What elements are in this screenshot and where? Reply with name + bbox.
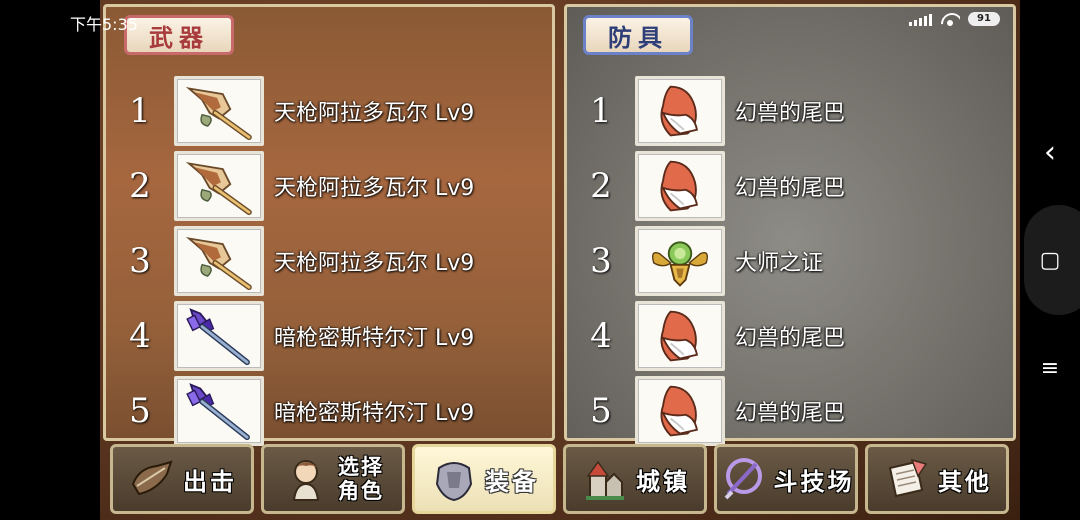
sortie-label: 出击 (183, 467, 237, 496)
armor-name: 幻兽的尾巴 (735, 100, 846, 126)
home-button[interactable]: ▢ (1028, 238, 1072, 282)
equip-label: 装备 (485, 467, 539, 496)
master-emblem-icon (642, 231, 718, 291)
weapon-slot-2[interactable]: 2 天枪阿拉多瓦尔 Lv9 (106, 148, 552, 223)
town-button[interactable]: 城镇 (563, 444, 707, 514)
weapon-name: 天枪阿拉多瓦尔 Lv9 (274, 100, 475, 126)
arena-icon (718, 454, 768, 504)
weapon-slot-5[interactable]: 5 暗枪密斯特尔汀 Lv9 (106, 373, 552, 448)
slot-number: 3 (129, 240, 151, 281)
weapon-item-box[interactable] (174, 375, 264, 446)
armor-item-box[interactable] (635, 300, 725, 371)
weapon-item-box[interactable] (174, 75, 264, 146)
golden-spear-icon (181, 156, 257, 216)
beast-tail-icon (642, 306, 718, 366)
dark-spear-icon (181, 381, 257, 441)
home-icon: ▢ (1039, 247, 1061, 273)
status-time: 下午5:35 (70, 15, 138, 34)
select-character-button[interactable]: 选择 角色 (261, 444, 405, 514)
weapon-item-box[interactable] (174, 225, 264, 296)
armor-slot-5[interactable]: 5 幻兽的尾巴 (567, 373, 1013, 448)
slot-number: 5 (129, 390, 151, 431)
arena-label: 斗技场 (773, 467, 855, 496)
weapon-slot-1[interactable]: 1 天枪阿拉多瓦尔 Lv9 (106, 73, 552, 148)
status-bar: 下午5:35 91 (0, 0, 1080, 40)
wifi-icon (940, 12, 960, 26)
slot-number: 4 (129, 315, 151, 356)
dark-spear-icon (181, 306, 257, 366)
armor-slot-2[interactable]: 2 幻兽的尾巴 (567, 148, 1013, 223)
armor-item-box[interactable] (635, 225, 725, 296)
armor-slot-3[interactable]: 3 大师之证 (567, 223, 1013, 298)
armor-panel: 防具 1 幻兽的尾巴 2 幻兽的尾巴 3 大师之证 4 幻兽的尾巴 5 幻兽的尾… (564, 4, 1016, 446)
weapon-name: 天枪阿拉多瓦尔 Lv9 (274, 175, 475, 201)
golden-spear-icon (181, 231, 257, 291)
weapon-item-box[interactable] (174, 300, 264, 371)
weapon-slot-3[interactable]: 3 天枪阿拉多瓦尔 Lv9 (106, 223, 552, 298)
beast-tail-icon (642, 81, 718, 141)
armor-name: 幻兽的尾巴 (735, 325, 846, 351)
slot-number: 2 (590, 165, 612, 206)
weapon-item-box[interactable] (174, 150, 264, 221)
armor-name: 大师之证 (735, 250, 824, 276)
arena-button[interactable]: 斗技场 (714, 444, 858, 514)
select-character-label: 选择 角色 (338, 455, 384, 503)
menu-button[interactable]: ≡ (1028, 346, 1072, 390)
game-screen: 武器 1 天枪阿拉多瓦尔 Lv9 2 天枪阿拉多瓦尔 Lv9 3 天枪阿拉多瓦尔… (100, 0, 1020, 520)
town-icon (580, 454, 630, 504)
signal-icon (909, 13, 932, 26)
slot-number: 4 (590, 315, 612, 356)
armor-item-box[interactable] (635, 150, 725, 221)
other-button[interactable]: 其他 (865, 444, 1009, 514)
golden-spear-icon (181, 81, 257, 141)
status-icons: 91 (909, 12, 1000, 26)
weapons-panel: 武器 1 天枪阿拉多瓦尔 Lv9 2 天枪阿拉多瓦尔 Lv9 3 天枪阿拉多瓦尔… (103, 4, 555, 446)
beast-tail-icon (642, 156, 718, 216)
select-line2: 角色 (338, 479, 384, 503)
weapon-name: 暗枪密斯特尔汀 Lv9 (274, 325, 475, 351)
character-icon (282, 454, 332, 504)
armor-item-box[interactable] (635, 75, 725, 146)
system-nav-bar: ‹ ▢ ≡ (1020, 0, 1080, 520)
armor-icon (429, 454, 479, 504)
menu-icon: ≡ (1040, 355, 1060, 381)
sortie-icon (127, 454, 177, 504)
slot-number: 5 (590, 390, 612, 431)
armor-name: 幻兽的尾巴 (735, 400, 846, 426)
equip-button[interactable]: 装备 (412, 444, 556, 514)
sortie-button[interactable]: 出击 (110, 444, 254, 514)
armor-item-box[interactable] (635, 375, 725, 446)
back-icon: ‹ (1044, 134, 1056, 170)
weapon-name: 天枪阿拉多瓦尔 Lv9 (274, 250, 475, 276)
town-label: 城镇 (636, 467, 690, 496)
other-label: 其他 (938, 467, 992, 496)
slot-number: 1 (129, 90, 151, 131)
select-line1: 选择 (338, 455, 384, 479)
bottom-menu: 出击 选择 角色 装备 城镇 斗技场 其他 (100, 444, 1020, 520)
armor-list: 1 幻兽的尾巴 2 幻兽的尾巴 3 大师之证 4 幻兽的尾巴 5 幻兽的尾巴 (567, 73, 1013, 448)
back-button[interactable]: ‹ (1028, 130, 1072, 174)
slot-number: 1 (590, 90, 612, 131)
armor-name: 幻兽的尾巴 (735, 175, 846, 201)
weapon-name: 暗枪密斯特尔汀 Lv9 (274, 400, 475, 426)
weapon-slot-4[interactable]: 4 暗枪密斯特尔汀 Lv9 (106, 298, 552, 373)
slot-number: 3 (590, 240, 612, 281)
beast-tail-icon (642, 381, 718, 441)
armor-slot-4[interactable]: 4 幻兽的尾巴 (567, 298, 1013, 373)
weapons-list: 1 天枪阿拉多瓦尔 Lv9 2 天枪阿拉多瓦尔 Lv9 3 天枪阿拉多瓦尔 Lv… (106, 73, 552, 448)
other-icon (882, 454, 932, 504)
slot-number: 2 (129, 165, 151, 206)
armor-slot-1[interactable]: 1 幻兽的尾巴 (567, 73, 1013, 148)
battery-icon: 91 (968, 12, 1000, 26)
